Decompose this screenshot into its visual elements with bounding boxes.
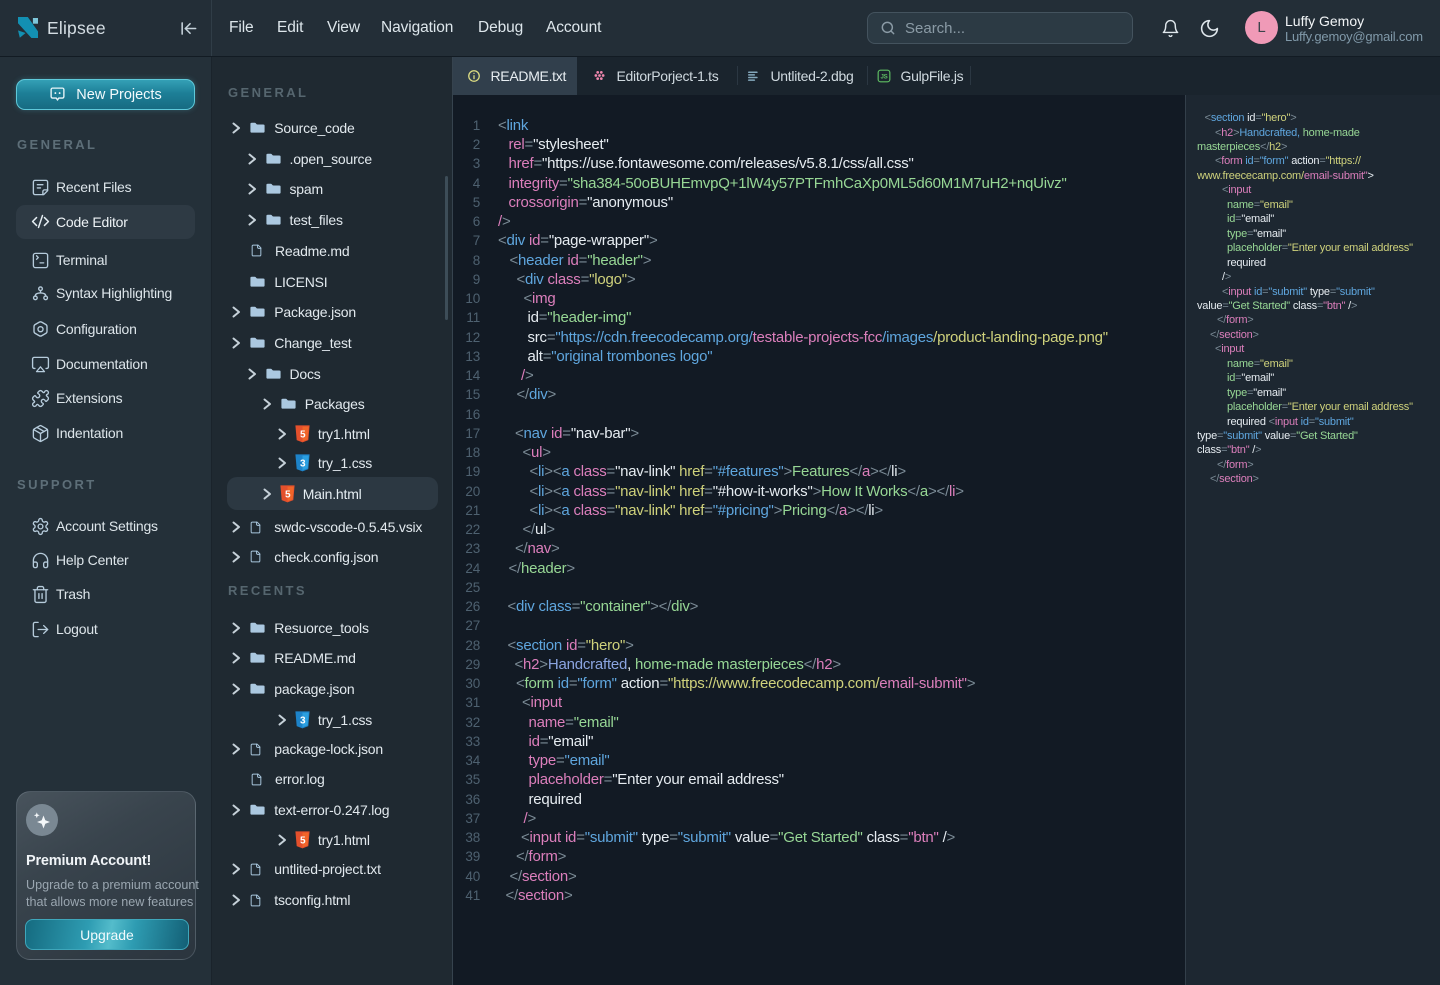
svg-text:5: 5 [300, 835, 306, 846]
svg-text:5: 5 [285, 489, 291, 500]
svg-text:5: 5 [300, 430, 306, 441]
svg-text:3: 3 [300, 715, 306, 726]
svg-text:JS: JS [880, 73, 887, 80]
svg-text:3: 3 [300, 459, 306, 470]
